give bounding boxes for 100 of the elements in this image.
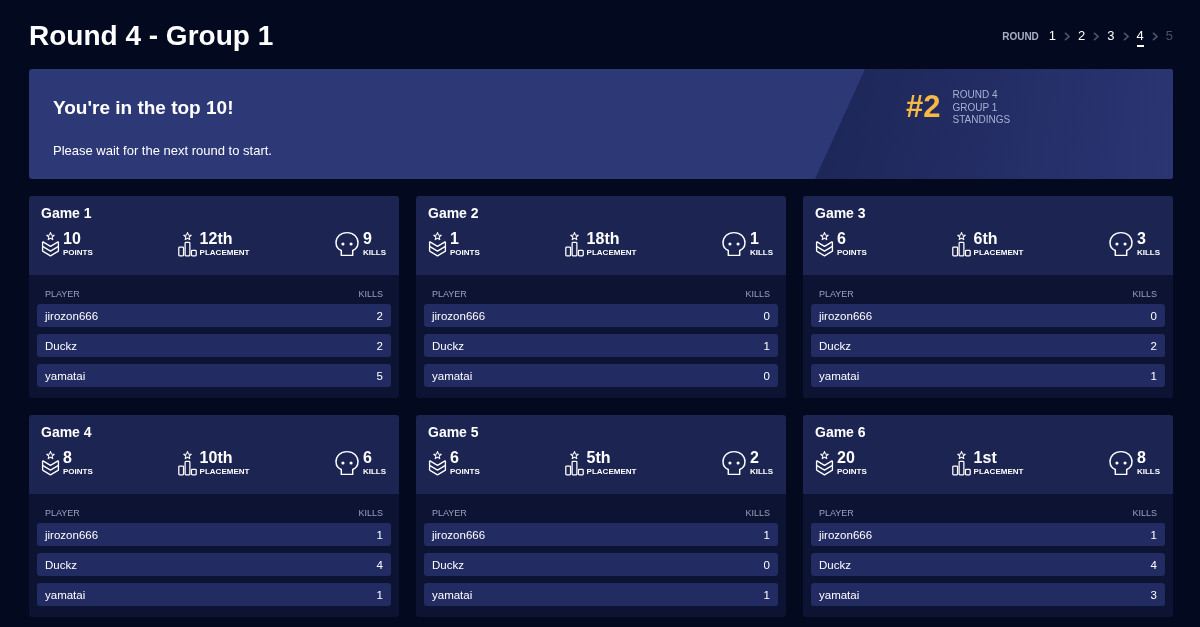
player-name: Duckz bbox=[819, 558, 851, 571]
stat-label: PLACEMENT bbox=[586, 248, 637, 258]
stat-value: 9 bbox=[362, 230, 373, 248]
column-header: KILLS bbox=[358, 507, 383, 519]
kill-count: 1 bbox=[1150, 369, 1157, 382]
stat-value: 6 bbox=[837, 230, 847, 248]
stat-label: KILLS bbox=[1136, 248, 1160, 258]
player-name: Duckz bbox=[819, 339, 851, 352]
rank-insignia-icon bbox=[41, 229, 60, 259]
player-name: Duckz bbox=[432, 558, 464, 571]
stat-value: 5th bbox=[586, 449, 612, 467]
skull-icon bbox=[333, 229, 360, 259]
column-header: KILLS bbox=[745, 288, 770, 300]
kill-count: 0 bbox=[763, 369, 770, 382]
kill-count: 1 bbox=[376, 528, 383, 541]
player-name: yamatai bbox=[45, 588, 86, 601]
stat-label: POINTS bbox=[450, 248, 480, 258]
skull-icon bbox=[1107, 448, 1134, 478]
stat-value: 1st bbox=[973, 449, 998, 467]
player-name: Duckz bbox=[432, 339, 464, 352]
kill-count: 2 bbox=[376, 339, 383, 352]
kill-count: 1 bbox=[1150, 528, 1157, 541]
kill-count: 0 bbox=[1150, 309, 1157, 322]
skull-icon bbox=[333, 448, 360, 478]
stat-label: KILLS bbox=[362, 467, 386, 477]
stat-label: KILLS bbox=[362, 248, 386, 258]
kill-count: 1 bbox=[763, 528, 770, 541]
stat-label: KILLS bbox=[1136, 467, 1160, 477]
stat-value: 12th bbox=[199, 230, 234, 248]
stat-value: 10 bbox=[63, 230, 82, 248]
stat-value: 8 bbox=[63, 449, 73, 467]
game-title: Game 5 bbox=[428, 423, 480, 441]
column-header: PLAYER bbox=[819, 507, 854, 519]
player-name: Duckz bbox=[45, 339, 77, 352]
round-link[interactable]: 2 bbox=[1078, 25, 1086, 47]
chevron-right-icon bbox=[1151, 31, 1158, 41]
round-link[interactable]: 1 bbox=[1048, 25, 1057, 47]
player-name: jirozon666 bbox=[45, 309, 99, 322]
kill-count: 2 bbox=[1150, 339, 1157, 352]
kill-count: 1 bbox=[763, 588, 770, 601]
stat-label: PLACEMENT bbox=[973, 248, 1024, 258]
stat-value: 6th bbox=[973, 230, 999, 248]
player-name: Duckz bbox=[45, 558, 77, 571]
game-title: Game 4 bbox=[41, 423, 93, 441]
player-name: jirozon666 bbox=[432, 528, 486, 541]
column-header: KILLS bbox=[1132, 288, 1157, 300]
stat-value: 18th bbox=[586, 230, 621, 248]
player-name: jirozon666 bbox=[819, 528, 873, 541]
kill-count: 2 bbox=[376, 309, 383, 322]
standings-label: STANDINGS bbox=[952, 114, 1011, 127]
standings-label: GROUP 1 bbox=[952, 101, 999, 114]
stat-label: POINTS bbox=[837, 467, 867, 477]
skull-icon bbox=[720, 229, 747, 259]
kill-count: 3 bbox=[1150, 588, 1157, 601]
kill-count: 4 bbox=[376, 558, 383, 571]
stat-label: POINTS bbox=[63, 248, 93, 258]
player-name: yamatai bbox=[432, 588, 473, 601]
round-link[interactable]: 4 bbox=[1136, 25, 1144, 47]
column-header: PLAYER bbox=[432, 288, 467, 300]
game-title: Game 3 bbox=[815, 204, 867, 222]
stat-label: POINTS bbox=[63, 467, 93, 477]
podium-icon bbox=[951, 229, 971, 259]
column-header: PLAYER bbox=[819, 288, 854, 300]
kill-count: 1 bbox=[376, 588, 383, 601]
stat-label: PLACEMENT bbox=[586, 467, 637, 477]
skull-icon bbox=[1107, 229, 1134, 259]
rank-insignia-icon bbox=[41, 448, 60, 478]
player-name: jirozon666 bbox=[45, 528, 99, 541]
game-title: Game 6 bbox=[815, 423, 867, 441]
kill-count: 1 bbox=[763, 339, 770, 352]
stat-label: KILLS bbox=[749, 248, 773, 258]
chevron-right-icon bbox=[1122, 31, 1129, 41]
game-title: Game 1 bbox=[41, 204, 93, 222]
player-name: yamatai bbox=[432, 369, 473, 382]
stat-label: PLACEMENT bbox=[199, 248, 250, 258]
podium-icon bbox=[177, 229, 197, 259]
stat-value: 10th bbox=[199, 449, 234, 467]
stat-value: 1 bbox=[749, 230, 760, 248]
standings-label: ROUND 4 bbox=[952, 89, 999, 102]
stat-label: POINTS bbox=[837, 248, 867, 258]
kill-count: 4 bbox=[1150, 558, 1157, 571]
stat-value: 6 bbox=[450, 449, 460, 467]
rank-insignia-icon bbox=[815, 229, 834, 259]
podium-icon bbox=[177, 448, 197, 478]
kill-count: 5 bbox=[376, 369, 383, 382]
column-header: KILLS bbox=[1132, 507, 1157, 519]
column-header: PLAYER bbox=[432, 507, 467, 519]
podium-icon bbox=[564, 448, 584, 478]
kill-count: 0 bbox=[763, 309, 770, 322]
stat-value: 6 bbox=[362, 449, 373, 467]
round-link[interactable]: 3 bbox=[1107, 25, 1115, 47]
page-title: Round 4 - Group 1 bbox=[29, 19, 274, 53]
banner-message: Please wait for the next round to start. bbox=[53, 143, 273, 159]
rank-number: #2 bbox=[906, 89, 941, 125]
player-name: jirozon666 bbox=[432, 309, 486, 322]
column-header: KILLS bbox=[358, 288, 383, 300]
skull-icon bbox=[720, 448, 747, 478]
player-name: yamatai bbox=[45, 369, 86, 382]
stat-label: PLACEMENT bbox=[973, 467, 1024, 477]
round-label: ROUND bbox=[1002, 30, 1039, 42]
